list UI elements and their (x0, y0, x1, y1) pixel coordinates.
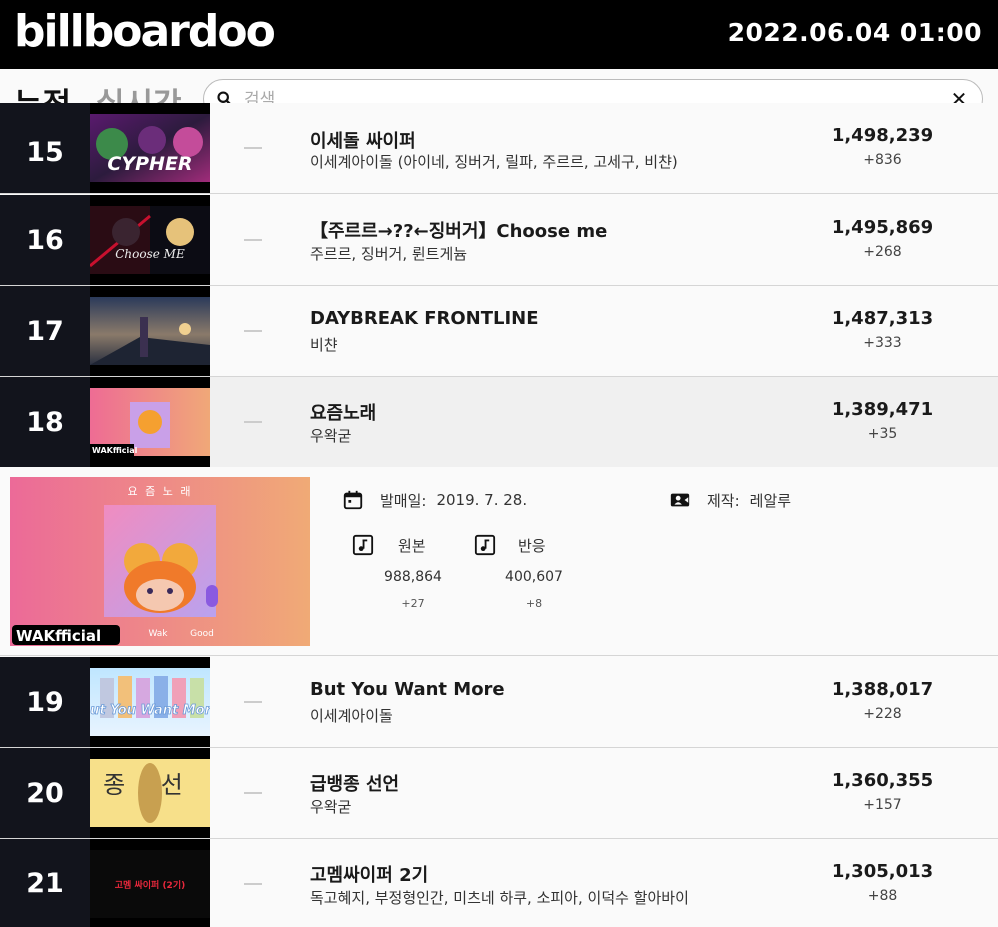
original-delta: +27 (401, 597, 425, 610)
cover-title: 요 즘 노 래 (128, 485, 193, 498)
song-artist: 독고혜지, 부정형인간, 미츠네 하쿠, 소피아, 이덕수 할아바이 (310, 889, 689, 907)
view-count: 1,389,471 (831, 399, 934, 420)
song-thumbnail[interactable]: Choose ME (90, 195, 210, 285)
view-count: 1,498,239 (831, 125, 934, 146)
reaction-counter: 400,607 +8 (494, 569, 574, 610)
rank-number: 18 (0, 377, 90, 468)
view-count: 1,360,355 (831, 770, 934, 791)
thumbnail-text: 급 종 선 언 (90, 771, 210, 799)
song-title[interactable]: But You Want More (310, 679, 505, 700)
rank-change-indicator (244, 239, 262, 241)
rank-change-indicator (244, 421, 262, 423)
view-increase: +268 (863, 244, 902, 260)
thumbnail-image (90, 297, 210, 365)
rank-number: 15 (0, 103, 90, 193)
thumbnail-image: 급 종 선 언 (90, 759, 210, 827)
producer-name: 레알루 (749, 491, 792, 510)
rank-number: 19 (0, 657, 90, 747)
rank-change-indicator (244, 883, 262, 885)
song-title[interactable]: 고멤싸이퍼 2기 (310, 861, 428, 887)
song-artist: 이세계아이돌 (310, 707, 393, 725)
song-artist: 우왁굳 (310, 798, 352, 816)
view-count: 1,305,013 (831, 861, 934, 882)
producer-info: 제작: 레알루 (669, 489, 791, 511)
song-thumbnail[interactable]: CYPHER (90, 103, 210, 193)
thumbnail-image: CYPHER (90, 114, 210, 182)
view-increase: +228 (863, 706, 902, 722)
original-views: 988,864 (384, 569, 442, 585)
view-increase: +157 (863, 797, 902, 813)
album-cover-image: 요 즘 노 래 WAKfficial Wak Good (10, 477, 310, 646)
original-label[interactable]: 원본 (398, 535, 426, 556)
view-increase: +333 (863, 335, 902, 351)
view-increase: +35 (867, 426, 898, 442)
song-artist: 비챤 (310, 336, 338, 354)
chart-row-selected[interactable]: 18 WAKfficial 요즘노래 우왁굳 1,389,471 +35 (0, 377, 998, 468)
song-artist: 주르르, 징버거, 륀트게늄 (310, 245, 468, 263)
rank-change-indicator (244, 792, 262, 794)
app-logo[interactable]: billboardoo (14, 6, 276, 58)
music-note-icon (474, 534, 496, 556)
thumbnail-image: But You Want More (90, 668, 210, 736)
chart-row[interactable]: 20 급 종 선 언 급뱅종 선언 우왁굳 1,360,355 +157 (0, 748, 998, 839)
cover-tag: Wak (148, 629, 168, 639)
song-thumbnail[interactable] (90, 286, 210, 376)
reaction-video-link[interactable]: 반응 (474, 534, 546, 556)
song-artist: 우왁굳 (310, 427, 352, 445)
view-increase: +836 (863, 152, 902, 168)
song-title[interactable]: 요즘노래 (310, 399, 376, 425)
reaction-views: 400,607 (505, 569, 563, 585)
rank-number: 16 (0, 195, 90, 285)
view-increase: +88 (867, 888, 898, 904)
calendar-icon (343, 490, 363, 510)
view-count: 1,487,313 (831, 308, 934, 329)
cover-brand: WAKfficial (16, 627, 101, 645)
song-thumbnail[interactable]: 급 종 선 언 (90, 748, 210, 838)
view-count: 1,388,017 (831, 679, 934, 700)
thumbnail-image: 고멤 싸이퍼 (2기) (90, 850, 210, 918)
rank-change-indicator (244, 701, 262, 703)
rank-number: 17 (0, 286, 90, 376)
rank-number: 20 (0, 748, 90, 838)
video-camera-icon (670, 493, 690, 507)
song-title[interactable]: 【주르르→??←징버거】Choose me (310, 217, 607, 243)
thumbnail-image: WAKfficial (90, 388, 210, 456)
song-detail-panel: 요 즘 노 래 WAKfficial Wak Good 발매일: 2019. 7… (0, 467, 998, 656)
reaction-delta: +8 (525, 597, 543, 610)
song-thumbnail[interactable]: WAKfficial (90, 377, 210, 468)
rank-number: 21 (0, 839, 90, 927)
thumbnail-text: 고멤 싸이퍼 (2기) (115, 879, 185, 891)
song-thumbnail[interactable]: 고멤 싸이퍼 (2기) (90, 839, 210, 927)
rank-change-indicator (244, 330, 262, 332)
release-date: 2019. 7. 28. (436, 491, 528, 509)
album-cover[interactable]: 요 즘 노 래 WAKfficial Wak Good (10, 477, 310, 646)
song-title[interactable]: 급뱅종 선언 (310, 770, 399, 796)
original-video-link[interactable]: 원본 (352, 534, 426, 556)
chart-row[interactable]: 19 But You Want More But You Want More 이… (0, 657, 998, 748)
thumbnail-text: Choose ME (115, 247, 185, 261)
chart-datetime: 2022.06.04 01:00 (727, 18, 982, 47)
thumbnail-image: Choose ME (90, 206, 210, 274)
header-bar: billboardoo 2022.06.04 01:00 (0, 0, 998, 69)
original-counter: 988,864 +27 (373, 569, 453, 610)
chart-row[interactable]: 21 고멤 싸이퍼 (2기) 고멤싸이퍼 2기 독고혜지, 부정형인간, 미츠네… (0, 839, 998, 927)
reaction-label[interactable]: 반응 (518, 535, 546, 556)
chart-row[interactable]: 17 DAYBREAK FRONTLINE 비챤 1,487,313 +333 (0, 286, 998, 377)
rank-change-indicator (244, 147, 262, 149)
music-note-icon (352, 534, 374, 556)
view-count: 1,495,869 (831, 217, 934, 238)
release-info: 발매일: 2019. 7. 28. (342, 489, 527, 511)
chart-row[interactable]: 16 Choose ME 【주르르→??←징버거】Choose me 주르르, … (0, 195, 998, 286)
song-title[interactable]: DAYBREAK FRONTLINE (310, 308, 539, 329)
thumbnail-text: CYPHER (107, 153, 192, 175)
song-title[interactable]: 이세돌 싸이퍼 (310, 127, 416, 153)
cover-tag: Good (190, 629, 214, 639)
song-artist: 이세계아이돌 (아이네, 징버거, 릴파, 주르르, 고세구, 비챤) (310, 153, 678, 171)
release-label: 발매일: (380, 491, 427, 510)
thumbnail-text: WAKfficial (92, 446, 138, 455)
thumbnail-text: But You Want More (90, 703, 210, 718)
chart-row[interactable]: 15 CYPHER 이세돌 싸이퍼 이세계아이돌 (아이네, 징버거, 릴파, … (0, 103, 998, 194)
song-thumbnail[interactable]: But You Want More (90, 657, 210, 747)
producer-label: 제작: (707, 491, 740, 510)
